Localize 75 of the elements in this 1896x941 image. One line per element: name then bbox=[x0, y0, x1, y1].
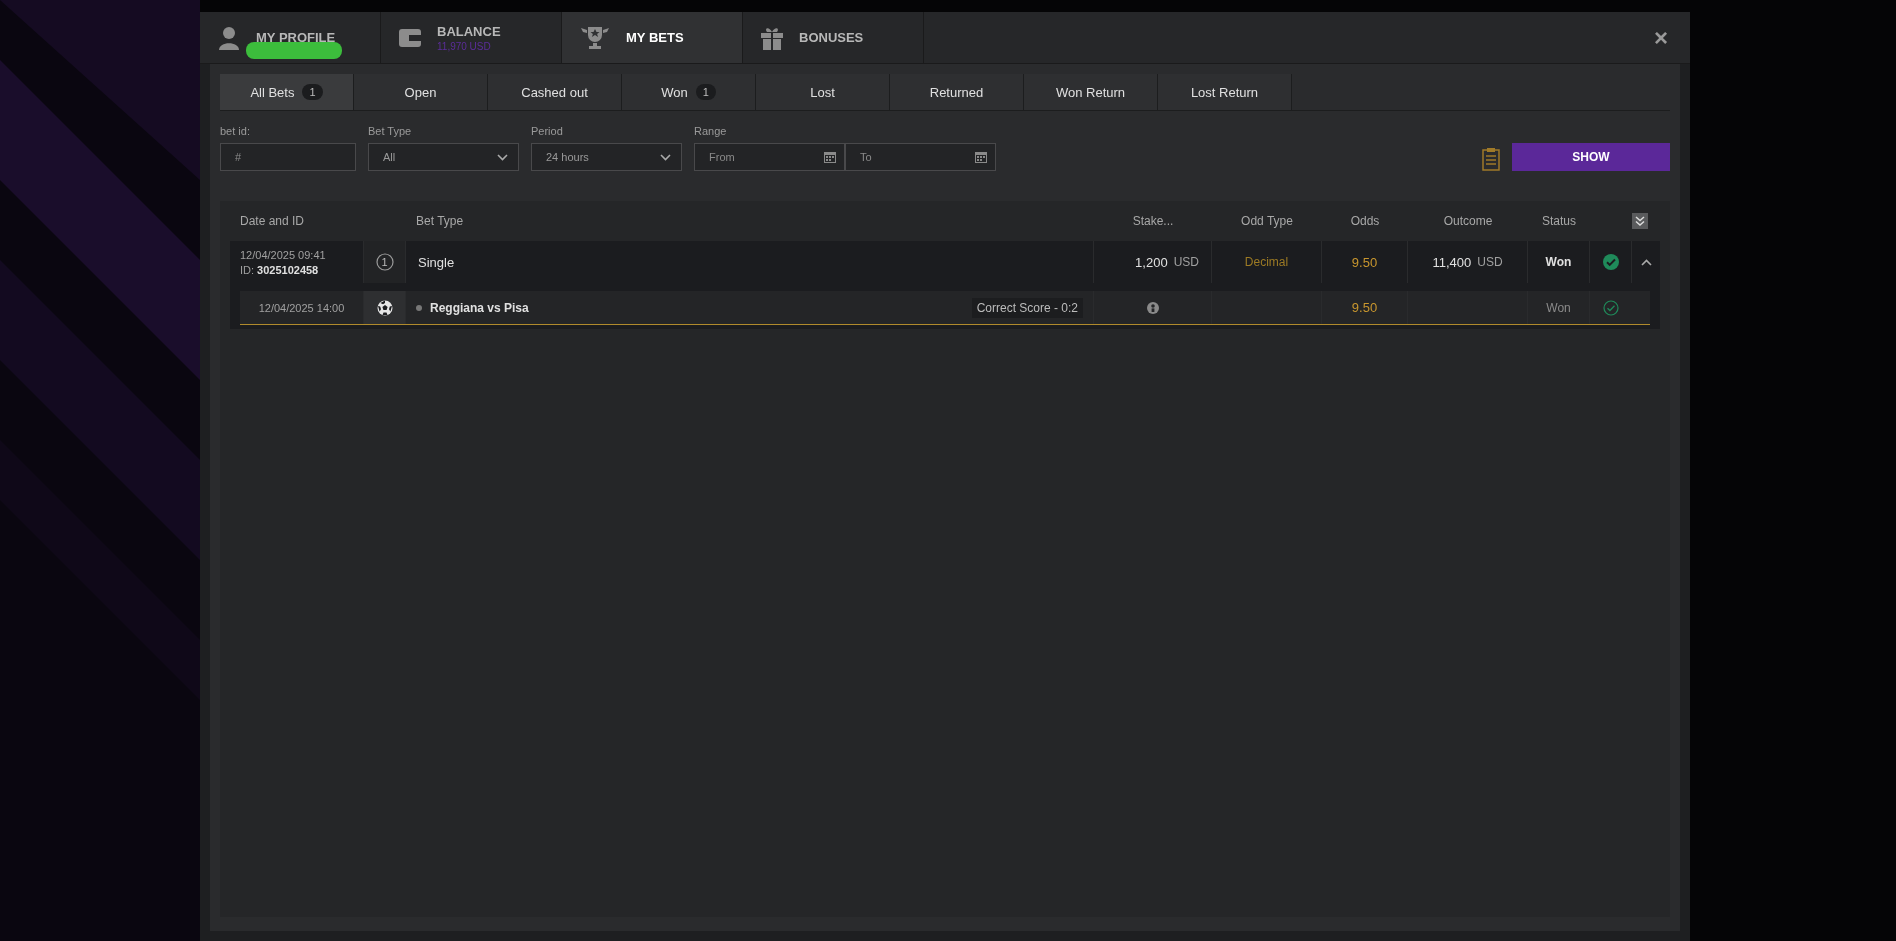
tab-label: BONUSES bbox=[799, 30, 864, 45]
bet-id: 3025102458 bbox=[257, 263, 319, 276]
odds-value: 9.50 bbox=[1351, 300, 1378, 315]
bet-status: Won bbox=[1545, 255, 1572, 269]
bet-type: Single bbox=[418, 254, 455, 270]
bet-date: 12/04/2025 09:41 bbox=[240, 248, 326, 261]
tab-label: Returned bbox=[929, 84, 984, 100]
trophy-icon bbox=[580, 24, 610, 51]
calendar-icon bbox=[975, 151, 987, 163]
tab-label: BALANCE bbox=[437, 23, 501, 39]
filter-tab[interactable]: Won 1 bbox=[622, 74, 756, 110]
tab-label: Lost bbox=[810, 84, 835, 100]
balance-amount: 11,970 USD bbox=[437, 40, 492, 52]
bet-count: 1 bbox=[381, 256, 388, 268]
field-label: Period bbox=[531, 125, 564, 137]
event-date: 12/04/2025 14:00 bbox=[258, 301, 345, 314]
football-icon bbox=[376, 299, 393, 316]
column-header: Date and ID bbox=[239, 214, 306, 228]
odds-value: 9.50 bbox=[1351, 254, 1378, 270]
bet-row[interactable]: 12/04/2025 09:41 ID: 3025102458 1 Single 1,200 USD Decimal 9.50 11,400 USD Won bbox=[230, 241, 1660, 283]
market-tag: Correct Score - 0:2 bbox=[971, 297, 1083, 318]
calendar-icon bbox=[824, 151, 836, 163]
to-date-field[interactable]: To bbox=[845, 143, 996, 171]
filter-tab[interactable]: Lost Return bbox=[1158, 74, 1292, 110]
from-date-field[interactable]: From bbox=[694, 143, 845, 171]
stake-amount: 1,200 bbox=[1135, 254, 1168, 270]
tab-label: Won Return bbox=[1055, 84, 1126, 100]
tab-label: Lost Return bbox=[1190, 84, 1259, 100]
filter-tab[interactable]: Open bbox=[354, 74, 488, 110]
filter-tab[interactable]: Cashed out bbox=[488, 74, 622, 110]
tab-label: Open bbox=[404, 84, 437, 100]
column-header: Status bbox=[1541, 214, 1577, 228]
filter-tab[interactable]: Won Return bbox=[1024, 74, 1158, 110]
chevron-down-icon bbox=[497, 153, 508, 161]
id-label: ID: bbox=[240, 263, 255, 276]
status-dot bbox=[416, 304, 422, 311]
currency: USD bbox=[1173, 255, 1199, 269]
count-badge: 1 bbox=[695, 84, 716, 100]
event-status: Won bbox=[1546, 300, 1571, 315]
bet-id-field[interactable]: # bbox=[220, 143, 356, 171]
filter-tab[interactable]: All Bets 1 bbox=[220, 74, 354, 110]
gift-icon bbox=[761, 25, 783, 50]
odd-type: Decimal bbox=[1244, 255, 1289, 269]
bet-count-icon bbox=[375, 253, 394, 271]
period-select[interactable]: 24 hours bbox=[531, 143, 682, 171]
user-icon bbox=[218, 25, 240, 50]
column-header: Odd Type bbox=[1240, 214, 1294, 228]
column-header: Outcome bbox=[1442, 214, 1494, 228]
header-tab[interactable]: MY BETS bbox=[562, 12, 743, 63]
field-label: Range bbox=[694, 125, 728, 137]
filter-tab[interactable]: Lost bbox=[756, 74, 890, 110]
tab-label: Cashed out bbox=[521, 84, 588, 100]
filter-tab[interactable]: Returned bbox=[890, 74, 1024, 110]
wallet-icon bbox=[399, 28, 421, 47]
outcome-amount: 11,400 bbox=[1432, 254, 1472, 270]
collapse-button[interactable] bbox=[1640, 258, 1652, 266]
close-button[interactable]: × bbox=[1650, 23, 1672, 52]
chevron-down-icon bbox=[660, 153, 671, 161]
count-badge: 1 bbox=[302, 84, 323, 100]
collapse-all-icon[interactable] bbox=[1632, 213, 1648, 229]
tab-label: All Bets bbox=[250, 84, 295, 100]
clipboard-icon[interactable] bbox=[1482, 147, 1500, 171]
show-button[interactable]: SHOW bbox=[1512, 143, 1670, 171]
field-label: Bet Type bbox=[368, 125, 413, 137]
column-header: Bet Type bbox=[415, 214, 465, 228]
currency: USD bbox=[1477, 255, 1503, 269]
bet-type-select[interactable]: All bbox=[368, 143, 519, 171]
tab-label: MY PROFILE bbox=[256, 30, 336, 45]
tab-label: MY BETS bbox=[626, 30, 684, 45]
info-icon[interactable] bbox=[1146, 301, 1159, 314]
field-label: bet id: bbox=[220, 125, 251, 137]
tab-label: Won bbox=[661, 84, 688, 100]
event-name: Reggiana vs Pisa bbox=[430, 300, 529, 315]
column-header: Stake... bbox=[1131, 214, 1175, 228]
column-header: Odds bbox=[1349, 214, 1381, 228]
